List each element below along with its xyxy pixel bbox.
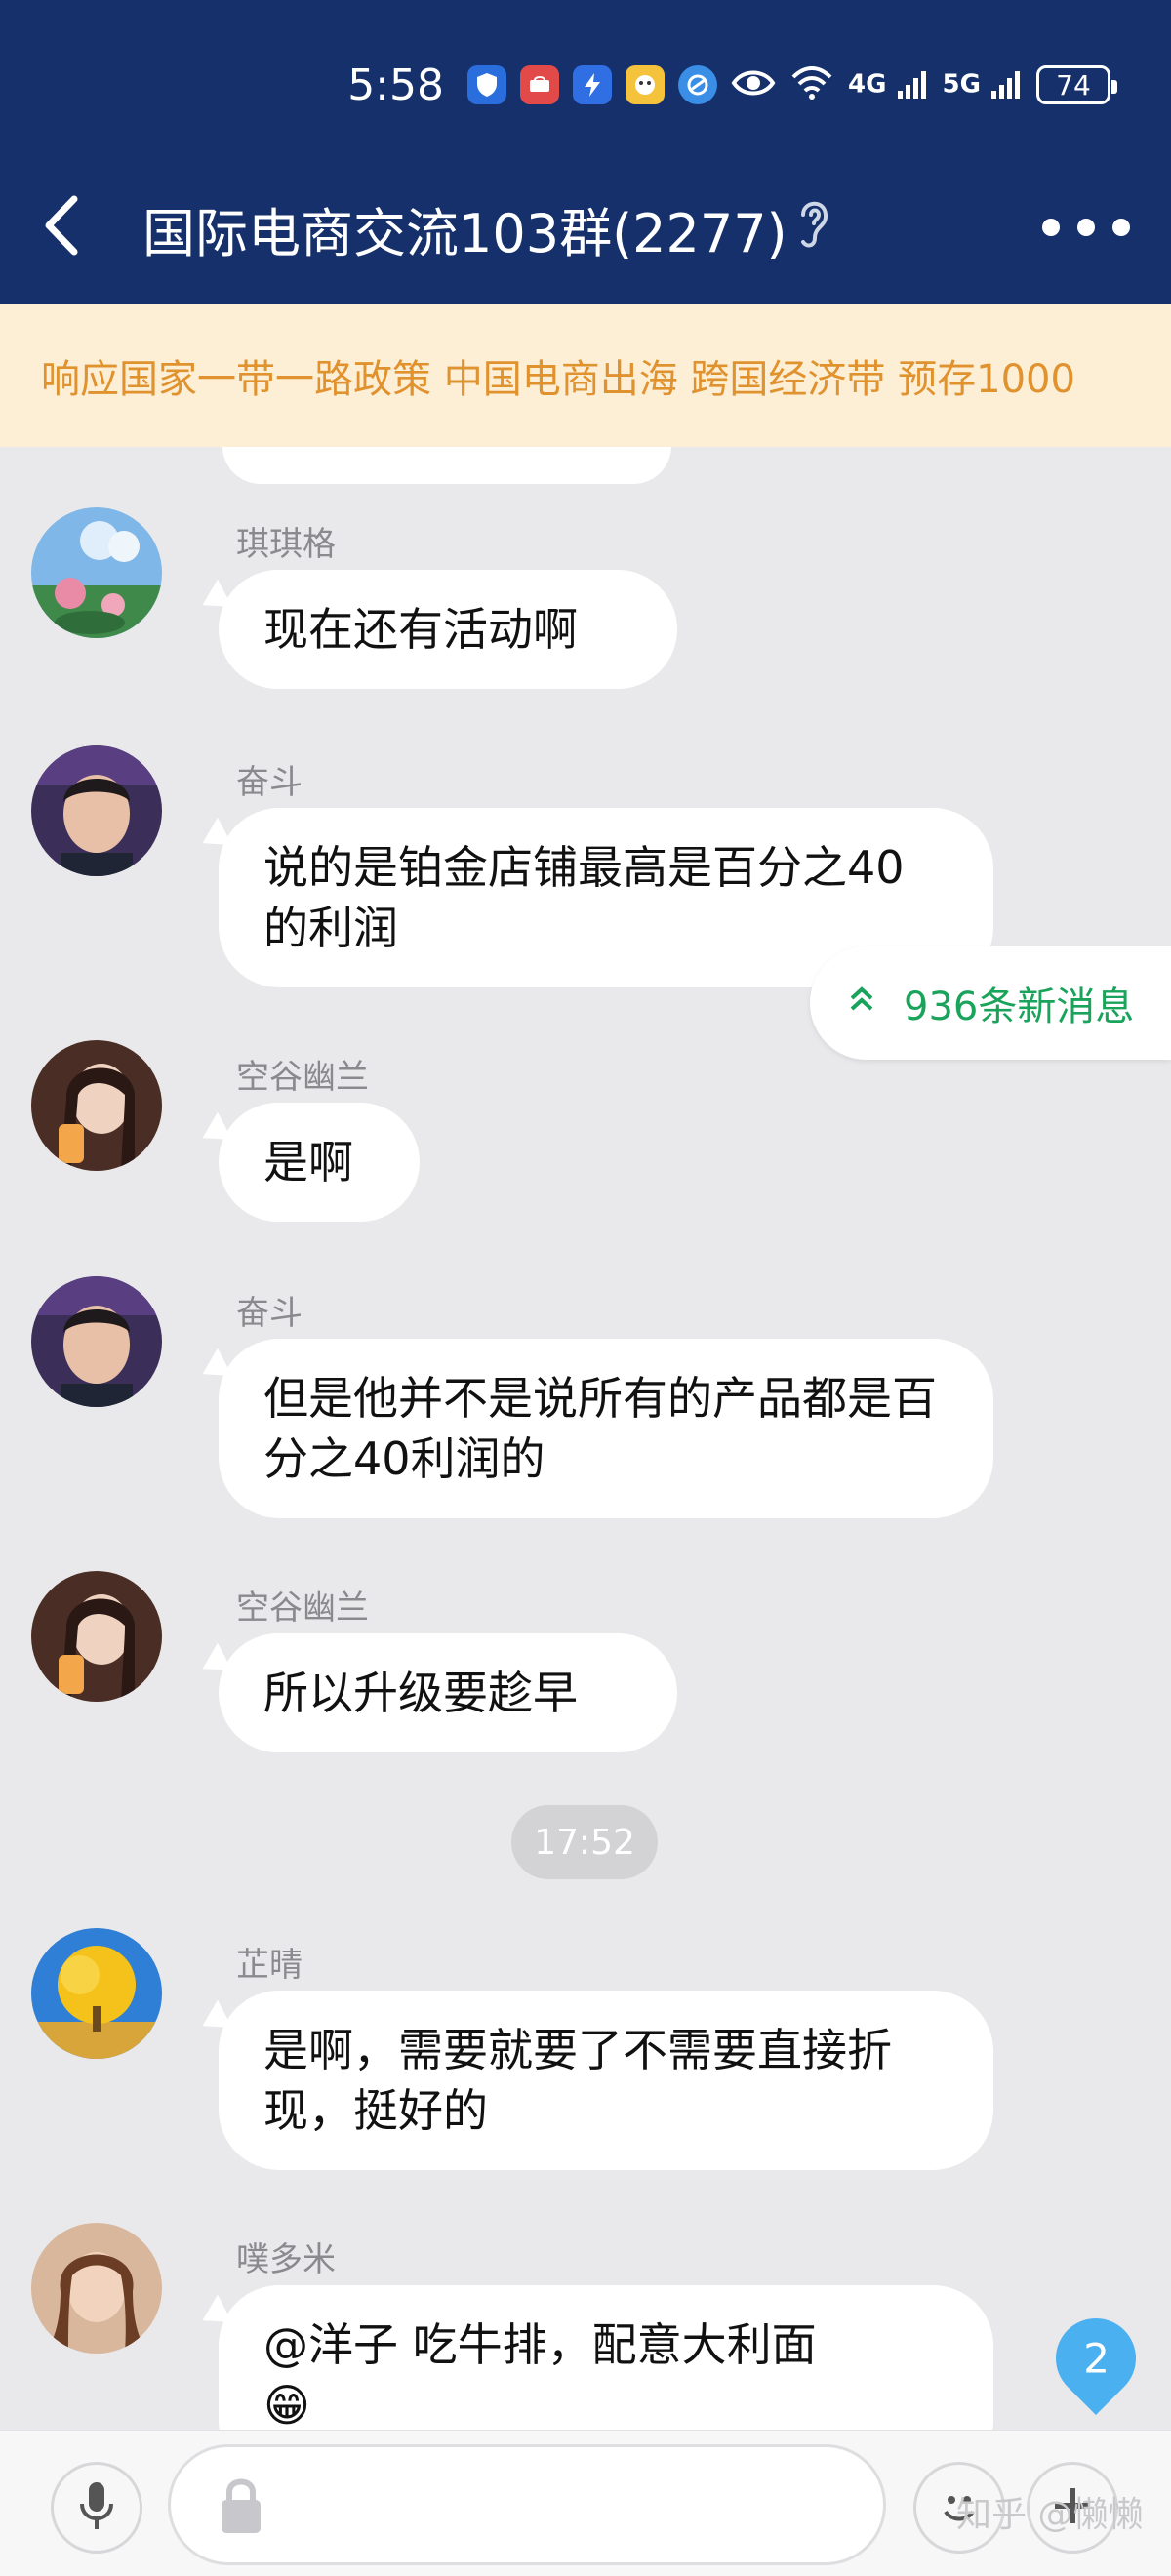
lock-icon [218,2475,264,2541]
sender-name: 空谷幽兰 [236,1589,369,1628]
message-text: 所以升级要趁早 [263,1667,578,1719]
back-arrow-icon[interactable] [37,191,84,260]
message-text: 是啊，需要就要了不需要直接折现，挺好的 [263,2024,892,2137]
message-text: 说的是铂金店铺最高是百分之40的利润 [263,841,905,954]
notice-text: 响应国家一带一路政策 中国电商出海 跨国经济带 预存1000 [41,357,1075,402]
shield-icon [467,65,506,104]
battery-indicator: 74 [1036,65,1117,104]
message-text: 但是他并不是说所有的产品都是百分之40利润的 [263,1372,937,1485]
avatar[interactable] [31,745,162,876]
wifi-icon [789,65,834,104]
new-messages-button[interactable]: 936条新消息 [810,946,1171,1060]
previous-message-bubble[interactable] [222,447,671,484]
grin-emoji: 😁 [263,2379,310,2430]
sender-name: 芷晴 [236,1946,303,1985]
avatar[interactable] [31,1276,162,1407]
more-dot [1077,219,1095,236]
more-dot [1112,219,1130,236]
ear-icon[interactable] [795,193,832,263]
double-chevron-up-icon [847,984,876,1023]
avatar[interactable] [31,1571,162,1702]
status-time: 5:58 [347,60,444,110]
avatar[interactable] [31,507,162,638]
sender-name: 噗多米 [236,2240,336,2279]
avatar[interactable] [31,1040,162,1171]
avatar[interactable] [31,1928,162,2059]
avatar[interactable] [31,2223,162,2354]
sender-name: 琪琪格 [236,525,336,564]
message-bubble[interactable]: 是啊 [219,1103,420,1222]
more-dot [1042,219,1060,236]
message-input[interactable] [168,2444,886,2565]
browser-icon [678,65,717,104]
microphone-icon [77,2480,116,2535]
bolt-icon [573,65,612,104]
huawei-icon [520,65,559,104]
header-bar: 5:58 4G 5G 74 国际电商交流103群(2277) [0,0,1171,304]
group-title-text: 国际电商交流103群(2277) [142,202,787,264]
message-bubble[interactable]: 但是他并不是说所有的产品都是百分之40利润的 [219,1339,993,1518]
timestamp-divider: 17:52 [511,1805,658,1879]
message-text: 现在还有活动啊 [263,603,578,656]
group-notice-banner[interactable]: 响应国家一带一路政策 中国电商出海 跨国经济带 预存1000 [0,304,1171,447]
app-icon [626,65,665,104]
message-text: 是啊 [263,1136,353,1188]
watermark: 知乎 @懒懒 [956,2495,1144,2535]
message-bubble[interactable]: 所以升级要趁早 [219,1633,677,1752]
message-text: @洋子 吃牛排，配意大利面 [263,2318,817,2371]
message-bubble[interactable]: @洋子 吃牛排，配意大利面 😁 [219,2285,993,2430]
new-messages-label: 936条新消息 [904,985,1135,1029]
message-bubble[interactable]: 现在还有活动啊 [219,570,677,689]
sender-name: 空谷幽兰 [236,1058,369,1097]
sender-name: 奋斗 [236,763,303,802]
sender-name: 奋斗 [236,1294,303,1333]
more-icon[interactable] [1042,205,1130,250]
network-4g: 4G [848,69,929,101]
voice-button[interactable] [51,2462,142,2554]
network-5g: 5G [943,69,1024,101]
eye-icon [731,67,776,102]
group-title[interactable]: 国际电商交流103群(2277) [142,191,832,265]
message-bubble[interactable]: 是啊，需要就要了不需要直接折现，挺好的 [219,1991,993,2170]
status-bar: 5:58 4G 5G 74 [347,51,1117,119]
chat-area[interactable]: 琪琪格 现在还有活动啊 奋斗 说的是铂金店铺最高是百分之40的利润 空谷幽兰 是… [0,447,1171,2430]
